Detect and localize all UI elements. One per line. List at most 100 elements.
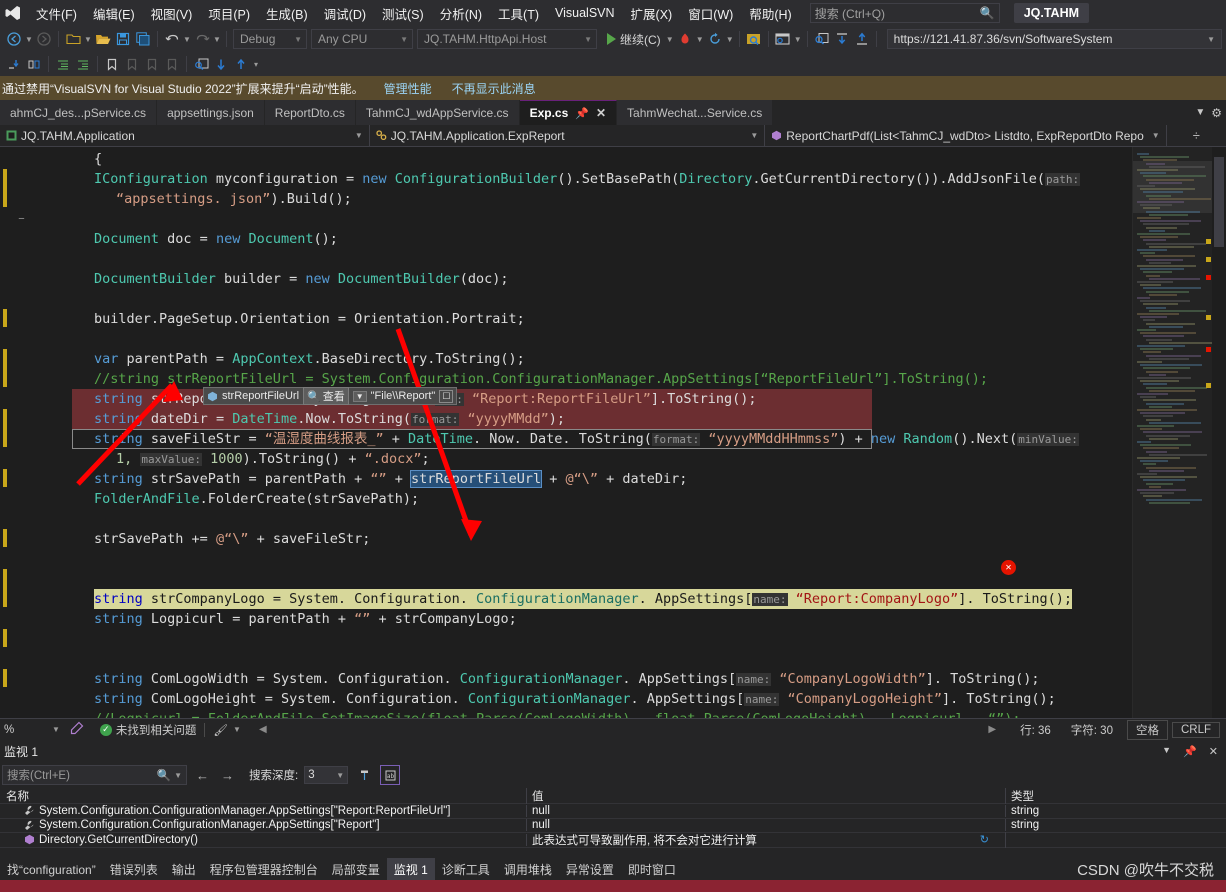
datatip-view-dropdown[interactable]: ▼: [352, 390, 367, 402]
column-header-type[interactable]: 类型: [1006, 788, 1226, 804]
menu-item-project[interactable]: 项目(P): [200, 0, 258, 27]
svn-repo-caret-icon[interactable]: ▼: [793, 35, 803, 44]
bottom-tab-exception-settings[interactable]: 异常设置: [559, 858, 621, 880]
bottom-tab-diagnostic-tools[interactable]: 诊断工具: [435, 858, 497, 880]
startup-project-dropdown[interactable]: JQ.TAHM.HttpApi.Host ▼: [417, 29, 597, 49]
navigate-back-icon[interactable]: [4, 29, 24, 49]
issues-indicator[interactable]: ✓ 未找到相关问题: [99, 722, 196, 738]
code-line[interactable]: [72, 249, 1132, 269]
tab-tahmwechat-service[interactable]: TahmWechat...Service.cs: [617, 100, 774, 125]
navbar-class-dropdown[interactable]: JQ.TAHM.Application.ExpReport ▼: [370, 125, 766, 146]
hot-reload-caret-icon[interactable]: ▼: [695, 35, 705, 44]
menu-item-analyze[interactable]: 分析(N): [432, 0, 490, 27]
open-file-icon[interactable]: [93, 29, 113, 49]
chevron-down-icon[interactable]: ▼: [174, 771, 182, 780]
svn-commit-icon[interactable]: [852, 29, 872, 49]
line-ending-indicator[interactable]: CRLF: [1171, 721, 1220, 738]
column-header-name[interactable]: 名称: [0, 787, 527, 804]
code-line[interactable]: var parentPath = AppContext.BaseDirector…: [72, 349, 1132, 369]
watch-table[interactable]: 名称 值 类型 System.Configuration.Configurati…: [0, 787, 1226, 858]
bottom-tab-package-manager-console[interactable]: 程序包管理器控制台: [203, 858, 325, 880]
code-line[interactable]: string ComLogoWidth = System. Configurat…: [72, 669, 1132, 689]
glyph-margin[interactable]: −: [14, 147, 36, 718]
svn-repo-icon[interactable]: [773, 29, 793, 49]
code-line[interactable]: DocumentBuilder builder = new DocumentBu…: [72, 269, 1132, 289]
indent-increase-icon[interactable]: [73, 54, 93, 74]
code-line[interactable]: string strCompanyLogo = System. Configur…: [72, 589, 1132, 609]
watch-expression-name[interactable]: System.Configuration.ConfigurationManage…: [0, 819, 527, 832]
menu-item-view[interactable]: 视图(V): [143, 0, 201, 27]
zoom-caret-icon[interactable]: ▼: [52, 725, 60, 734]
code-editor[interactable]: − 25262728293031323334353637383940414243…: [0, 147, 1226, 718]
indentation-indicator[interactable]: 空格: [1126, 719, 1168, 740]
code-line[interactable]: Document doc = new Document();: [72, 229, 1132, 249]
datatip-view-button[interactable]: 🔍 查看: [303, 387, 349, 405]
new-project-icon[interactable]: [63, 29, 83, 49]
code-line[interactable]: {: [72, 149, 1132, 169]
bottom-tab-locals[interactable]: 局部变量: [325, 858, 387, 880]
code-line[interactable]: string ComLogoHeight = System. Configura…: [72, 689, 1132, 709]
continue-caret-icon[interactable]: ▼: [665, 35, 675, 44]
manage-performance-link[interactable]: 管理性能: [384, 80, 432, 97]
code-line[interactable]: [72, 509, 1132, 529]
menu-item-edit[interactable]: 编辑(E): [85, 0, 143, 27]
pin-column-icon[interactable]: [354, 765, 374, 785]
code-line[interactable]: //string strReportFileUrl = System.Confi…: [72, 369, 1132, 389]
code-line[interactable]: FolderAndFile.FolderCreate(strSavePath);: [72, 489, 1132, 509]
pin-icon[interactable]: 📌: [575, 107, 589, 120]
code-line[interactable]: IConfiguration myconfiguration = new Con…: [72, 169, 1132, 189]
code-line[interactable]: string strSavePath = parentPath + “” + s…: [72, 469, 1132, 489]
restart-icon[interactable]: [705, 29, 725, 49]
menu-item-extensions[interactable]: 扩展(X): [623, 0, 681, 27]
editor-vertical-scrollbar[interactable]: [1212, 147, 1226, 718]
hexadecimal-icon[interactable]: ab: [380, 765, 401, 785]
watch-expression-name[interactable]: Directory.GetCurrentDirectory(): [0, 833, 527, 846]
code-line[interactable]: [72, 629, 1132, 649]
svn-browse-icon[interactable]: [744, 29, 764, 49]
code-line[interactable]: 1, maxValue: 1000).ToString() + “.docx”;: [72, 449, 1132, 469]
navigate-back-caret-icon[interactable]: ▼: [24, 35, 34, 44]
bottom-tab-immediate-window[interactable]: 即时窗口: [621, 858, 683, 880]
menu-item-test[interactable]: 测试(S): [374, 0, 432, 27]
tab-reportdto[interactable]: ReportDto.cs: [264, 100, 356, 125]
arrow-left-icon[interactable]: ←: [193, 768, 212, 783]
dismiss-notification-link[interactable]: 不再显示此消息: [452, 80, 536, 97]
svn-url-box[interactable]: https://121.41.87.36/svn/SoftwareSystem …: [886, 29, 1222, 49]
tab-tahmcj-despservice[interactable]: ahmCJ_des...pService.cs: [0, 100, 158, 125]
bookmark-icon[interactable]: [102, 54, 122, 74]
pin-to-source-icon[interactable]: ☐: [439, 389, 454, 403]
solution-config-dropdown[interactable]: Debug ▼: [233, 29, 307, 49]
menu-item-debug[interactable]: 调试(D): [316, 0, 374, 27]
bottom-tab-find-results[interactable]: 找“configuration”: [0, 858, 103, 880]
new-project-caret-icon[interactable]: ▼: [83, 35, 93, 44]
navbar-member-dropdown[interactable]: ReportChartPdf(List<TahmCJ_wdDto> Listdt…: [765, 125, 1167, 146]
brush-icon[interactable]: 🖌: [213, 723, 228, 737]
code-line[interactable]: “appsettings. json”).Build();: [72, 189, 1132, 209]
menu-item-window[interactable]: 窗口(W): [680, 0, 741, 27]
hot-reload-icon[interactable]: [675, 29, 695, 49]
table-row[interactable]: Directory.GetCurrentDirectory() 此表达式可导致副…: [0, 831, 1226, 848]
menu-item-build[interactable]: 生成(B): [258, 0, 316, 27]
bottom-tab-error-list[interactable]: 错误列表: [103, 858, 165, 880]
code-line[interactable]: //Logpicurl = FolderAndFile.SetImageSize…: [72, 709, 1132, 718]
save-icon[interactable]: [113, 29, 133, 49]
scrollbar-thumb[interactable]: [1214, 157, 1224, 247]
code-line[interactable]: [72, 569, 1132, 589]
column-header-value[interactable]: 值: [527, 787, 1006, 804]
arrow-right-icon[interactable]: →: [218, 768, 237, 783]
code-line[interactable]: [72, 289, 1132, 309]
quick-search-box[interactable]: 搜索 (Ctrl+Q) 🔍: [809, 3, 1000, 23]
code-line[interactable]: [72, 329, 1132, 349]
move-down-icon[interactable]: [211, 54, 231, 74]
collapse-left-icon[interactable]: ◀: [259, 724, 267, 735]
undo-caret-icon[interactable]: ▼: [182, 35, 192, 44]
code-line[interactable]: builder.PageSetup.Orientation = Orientat…: [72, 309, 1132, 329]
close-icon[interactable]: ✕: [596, 106, 606, 120]
menu-item-file[interactable]: 文件(F): [28, 0, 85, 27]
watch-expression-name[interactable]: System.Configuration.ConfigurationManage…: [0, 804, 527, 817]
rename-icon[interactable]: [70, 721, 84, 738]
chevron-down-icon[interactable]: ▼: [1207, 35, 1215, 44]
watch-value[interactable]: null: [527, 819, 1006, 832]
find-in-files-icon[interactable]: [191, 54, 211, 74]
continue-button[interactable]: 继续(C): [603, 31, 665, 48]
